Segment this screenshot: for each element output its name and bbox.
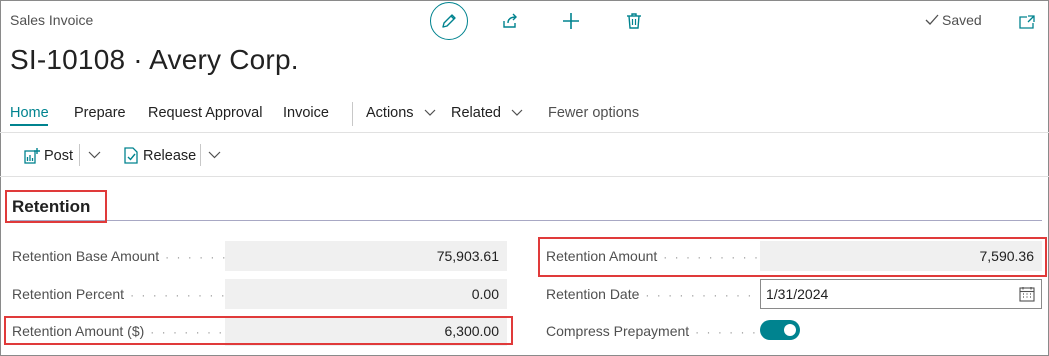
post-dropdown-button[interactable] — [88, 151, 101, 159]
fewer-options-button[interactable]: Fewer options — [548, 105, 639, 121]
highlight-box — [5, 190, 107, 223]
retention-base-amount-label-text: Retention Base Amount — [12, 248, 160, 264]
compress-prepayment-label-text: Compress Prepayment — [546, 323, 690, 339]
actions-menu-label: Actions — [366, 105, 414, 121]
calendar-icon[interactable] — [1019, 286, 1035, 302]
divider — [0, 176, 1049, 177]
document-type-label: Sales Invoice — [10, 12, 94, 28]
release-dropdown-button[interactable] — [208, 151, 221, 159]
chevron-down-icon — [424, 109, 436, 117]
chevron-down-icon — [88, 151, 101, 159]
retention-date-value: 1/31/2024 — [766, 286, 829, 302]
toggle-knob — [784, 324, 796, 336]
delete-icon — [627, 13, 641, 29]
release-icon — [124, 147, 138, 164]
nav-separator — [352, 102, 353, 126]
section-underline — [10, 220, 1042, 221]
retention-date-label-text: Retention Date — [546, 286, 640, 302]
highlight-box — [4, 316, 513, 345]
retention-base-amount-value[interactable]: 75,903.61 — [225, 241, 507, 271]
highlight-box — [538, 237, 1047, 277]
tab-prepare[interactable]: Prepare — [74, 105, 126, 121]
retention-date-field[interactable]: 1/31/2024 — [760, 279, 1042, 309]
open-in-new-window-icon — [1019, 15, 1035, 29]
post-icon — [24, 148, 40, 164]
release-button[interactable]: Release — [124, 147, 196, 164]
chevron-down-icon — [511, 109, 523, 117]
page-title: SI-10108 · Avery Corp. — [10, 44, 299, 75]
actions-menu[interactable]: Actions — [366, 105, 436, 121]
new-icon — [563, 13, 579, 29]
promoted-actions-toolbar: Post Release — [0, 140, 1049, 172]
divider — [0, 132, 1049, 133]
chevron-down-icon — [208, 151, 221, 159]
open-in-new-window-button[interactable] — [1015, 10, 1039, 34]
label-leader-dots: · · · · · · · — [695, 325, 770, 339]
edit-icon — [442, 14, 456, 28]
retention-percent-label-text: Retention Percent — [12, 286, 125, 302]
saved-status: Saved — [925, 12, 982, 28]
tab-invoice[interactable]: Invoice — [283, 105, 329, 121]
top-action-bar — [430, 2, 641, 40]
toolbar-separator — [79, 144, 80, 166]
compress-prepayment-toggle[interactable] — [760, 320, 800, 340]
tab-home[interactable]: Home — [10, 105, 49, 121]
retention-percent-label: Retention Percent · · · · · · · · · · · — [12, 286, 249, 302]
edit-button[interactable] — [430, 2, 468, 40]
toolbar-separator — [200, 144, 201, 166]
compress-prepayment-label: Compress Prepayment · · · · · · · — [546, 323, 769, 339]
checkmark-icon — [925, 14, 939, 25]
active-tab-indicator — [10, 124, 48, 126]
related-menu-label: Related — [451, 105, 501, 121]
post-label: Post — [44, 147, 74, 164]
share-icon — [503, 13, 517, 28]
release-label: Release — [143, 147, 197, 164]
action-nav-bar: Home Prepare Request Approval Invoice Ac… — [0, 96, 1049, 130]
retention-base-amount-label: Retention Base Amount · · · · · · · — [12, 248, 239, 264]
post-button[interactable]: Post — [24, 147, 73, 164]
share-button[interactable] — [498, 9, 522, 33]
tab-request-approval[interactable]: Request Approval — [148, 105, 262, 121]
retention-percent-value[interactable]: 0.00 — [225, 279, 507, 309]
delete-button[interactable] — [622, 9, 646, 33]
new-button[interactable] — [559, 9, 583, 33]
saved-label: Saved — [942, 12, 982, 28]
related-menu[interactable]: Related — [451, 105, 523, 121]
